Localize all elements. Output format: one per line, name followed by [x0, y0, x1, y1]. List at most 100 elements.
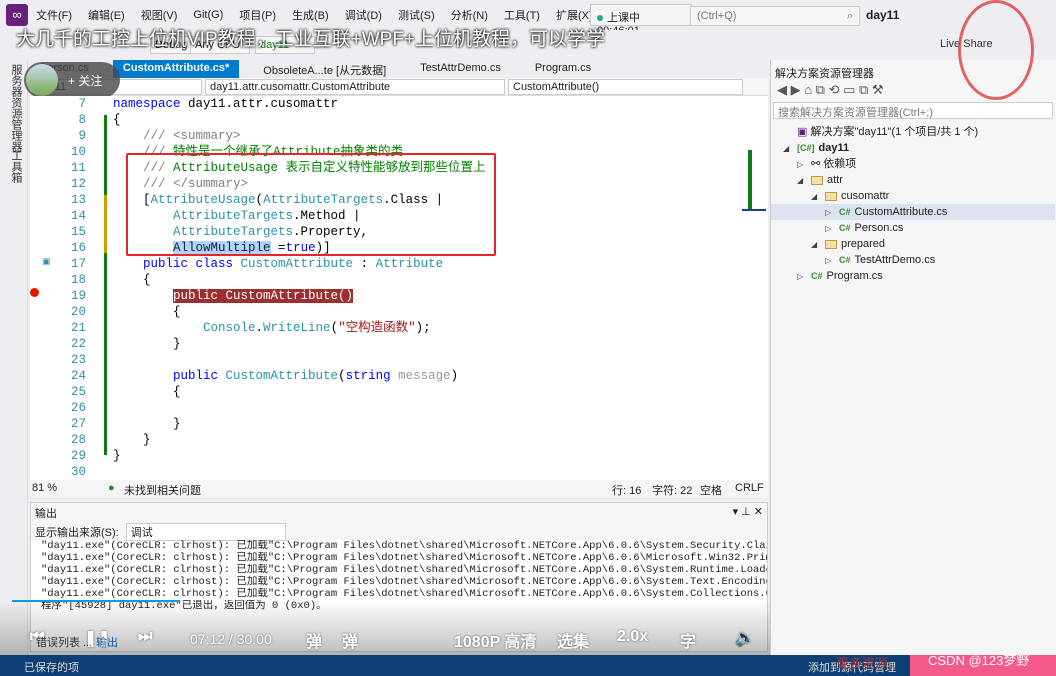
search-input[interactable]: (Ctrl+Q) ⌕	[690, 6, 860, 26]
line-number: 7	[78, 97, 86, 111]
zoom-level[interactable]: 81 %	[32, 482, 57, 494]
menu-item[interactable]: 生成(B)	[292, 7, 329, 23]
server-explorer-tab[interactable]: 服务器资源管理器	[8, 64, 24, 152]
tree-item[interactable]: ◢ [C#] day11	[771, 140, 1055, 156]
code-line: 28 }	[30, 432, 750, 448]
scrollbar-position[interactable]	[742, 209, 766, 211]
subtitle-icon[interactable]: 字	[680, 628, 696, 652]
menu-item[interactable]: 编辑(E)	[88, 7, 125, 23]
tree-item[interactable]: ▣ 解决方案"day11"(1 个项目/共 1 个)	[771, 124, 1055, 140]
tree-item[interactable]: ▷ C# Person.cs	[771, 220, 1055, 236]
tree-item-label: Program.cs	[826, 270, 883, 282]
menu-item[interactable]: 工具(T)	[504, 7, 540, 23]
menu-item[interactable]: 分析(N)	[451, 7, 488, 23]
line-number: 22	[70, 337, 86, 351]
line-number: 26	[70, 401, 86, 415]
output-line: "day11.exe"(CoreCLR: clrhost): 已加载"C:\Pr…	[41, 564, 767, 576]
next-icon[interactable]: ⏭	[138, 628, 152, 646]
member-dropdown[interactable]: CustomAttribute()	[508, 79, 743, 95]
tree-item[interactable]: ▷ C# TestAttrDemo.cs	[771, 252, 1055, 268]
code-token: WriteLine	[263, 321, 331, 335]
code-text: }	[113, 448, 121, 464]
live-status[interactable]: 上课中 00:46:01	[590, 4, 692, 37]
menu-item[interactable]: 调试(D)	[345, 7, 382, 23]
quality-button[interactable]: 1080P 高清	[454, 628, 536, 652]
line-number: 30	[70, 465, 86, 479]
tab-1[interactable]: CustomAttribute.cs*	[112, 60, 240, 78]
code-line: 30	[30, 464, 750, 480]
solution-toolbar[interactable]: ◀ ▶ ⌂ ⧉ ⟲ ▭ ⧉ ⚒	[777, 82, 884, 98]
output-line: "day11.exe"(CoreCLR: clrhost): 已加载"C:\Pr…	[41, 552, 767, 564]
menu-item[interactable]: 文件(F)	[36, 7, 72, 23]
output-source-dropdown[interactable]: 调试	[125, 523, 286, 541]
issues-status[interactable]: 未找到相关问题	[124, 482, 201, 498]
line-number: 23	[70, 353, 86, 367]
code-token: public CustomAttribute()	[173, 289, 354, 303]
tree-item[interactable]: ◢ attr	[771, 172, 1055, 188]
expander-icon[interactable]: ◢	[783, 141, 797, 157]
menu-item[interactable]: 视图(V)	[141, 7, 178, 23]
line-number: 11	[70, 161, 86, 175]
tree-item-label: day11	[818, 142, 850, 154]
output-title: 输出	[35, 508, 57, 520]
expander-icon[interactable]: ▷	[797, 157, 811, 173]
error-list-tab[interactable]: 错误列表 ...	[36, 634, 92, 650]
volume-icon[interactable]: 🔈	[735, 628, 755, 648]
close-icon[interactable]: ▾ ⊥ ✕	[733, 505, 763, 518]
tree-item[interactable]: ▷ C# CustomAttribute.cs	[771, 204, 1055, 220]
tree-item[interactable]: ▷ C# Program.cs	[771, 268, 1055, 284]
indent-mode[interactable]: 空格	[700, 482, 722, 498]
danmaku-settings-icon[interactable]: 弹	[342, 628, 358, 652]
tab-4[interactable]: Program.cs	[525, 60, 601, 78]
menu-item[interactable]: 项目(P)	[239, 7, 276, 23]
editor-status-row: 81 % ● 未找到相关问题 行: 16 字符: 22 空格 CRLF	[30, 480, 768, 497]
csharp-file-icon: C#	[839, 255, 851, 265]
expander-icon[interactable]: ▷	[825, 253, 839, 269]
code-token: /// <summary>	[113, 129, 241, 143]
video-progress-bar[interactable]	[12, 600, 180, 602]
speed-button[interactable]: 2.0x	[617, 628, 648, 646]
breakpoint-icon[interactable]	[30, 288, 39, 297]
expander-icon[interactable]: ◢	[811, 237, 825, 253]
code-text: {	[113, 272, 151, 288]
code-line: 23	[30, 352, 750, 368]
line-number: 12	[70, 177, 86, 191]
code-token: CustomAttribute	[240, 257, 354, 271]
follow-button[interactable]: + 关注	[24, 62, 120, 98]
output-tab[interactable]: 输出	[96, 634, 118, 650]
tree-item[interactable]: ◢ prepared	[771, 236, 1055, 252]
menu-item[interactable]: 测试(S)	[398, 7, 435, 23]
csharp-file-icon: C#	[839, 223, 851, 233]
tree-item[interactable]: ◢ cusomattr	[771, 188, 1055, 204]
menu-item[interactable]: Git(G)	[193, 9, 223, 21]
line-number: 18	[70, 273, 86, 287]
tree-item-label: TestAttrDemo.cs	[854, 254, 936, 266]
tree-item[interactable]: ▷ ⚯ 依赖项	[771, 156, 1055, 172]
video-time: 07:12 / 30:00	[190, 631, 272, 647]
tab-3[interactable]: TestAttrDemo.cs	[410, 60, 511, 78]
tab-2[interactable]: ObsoleteA...te [从元数据]	[253, 60, 396, 78]
expander-icon[interactable]: ◢	[797, 173, 811, 189]
folder-icon	[811, 175, 823, 185]
solution-search-input[interactable]: 搜索解决方案资源管理器(Ctrl+;)	[773, 102, 1053, 119]
toolbox-tab[interactable]: 工具箱	[8, 150, 24, 183]
code-line: 17 public class CustomAttribute : Attrib…	[30, 256, 750, 272]
code-text: {	[113, 112, 121, 128]
class-dropdown[interactable]: day11.attr.cusomattr.CustomAttribute	[205, 79, 505, 95]
line-number: 17	[70, 257, 86, 271]
code-line: 19 public CustomAttribute()	[30, 288, 750, 304]
episodes-button[interactable]: 选集	[557, 628, 589, 652]
line-number: 15	[70, 225, 86, 239]
line-ending[interactable]: CRLF	[735, 482, 764, 494]
expander-icon[interactable]: ◢	[811, 189, 825, 205]
code-token: );	[415, 321, 431, 335]
expander-icon[interactable]: ▷	[797, 269, 811, 285]
danmaku-icon[interactable]: 弹	[306, 628, 322, 652]
menu-item[interactable]: 扩展(X)	[556, 7, 593, 23]
expander-icon[interactable]: ▷	[825, 221, 839, 237]
code-text: public CustomAttribute(string message)	[113, 368, 458, 384]
solution-icon: ▣	[797, 126, 811, 138]
code-token: CustomAttribute	[225, 369, 339, 383]
output-header: 输出 ▾ ⊥ ✕	[31, 503, 767, 520]
expander-icon[interactable]: ▷	[825, 205, 839, 221]
